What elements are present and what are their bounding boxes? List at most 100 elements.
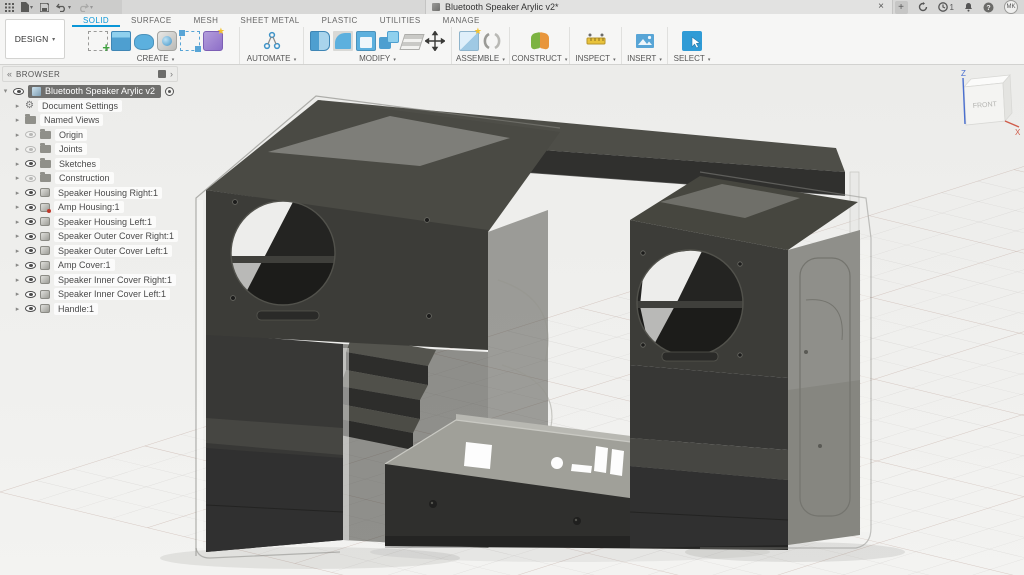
browser-item-component[interactable]: ▸ Speaker Outer Cover Right:1 [2, 229, 178, 244]
browser-item-component[interactable]: ▸ Speaker Inner Cover Right:1 [2, 273, 178, 288]
select-menu[interactable]: SELECT ▾ [674, 54, 711, 63]
move-icon[interactable] [425, 31, 445, 51]
visibility-eye-icon[interactable] [25, 131, 36, 138]
visibility-eye-icon[interactable] [25, 276, 36, 283]
expand-icon[interactable]: ▸ [14, 218, 21, 226]
visibility-eye-icon[interactable] [25, 247, 36, 254]
app-grid-icon[interactable] [5, 0, 14, 14]
insert-menu[interactable]: INSERT ▾ [627, 54, 662, 63]
file-menu-icon[interactable]: ▾ [21, 0, 33, 14]
expand-icon[interactable]: ▾ [2, 87, 9, 95]
close-tab-icon[interactable]: × [876, 0, 886, 14]
split-body-icon[interactable] [399, 34, 424, 50]
tab-surface[interactable]: SURFACE [120, 14, 183, 27]
new-tab-icon[interactable]: + [895, 1, 908, 14]
expand-icon[interactable]: ▸ [14, 116, 21, 124]
visibility-eye-icon[interactable] [25, 204, 36, 211]
assemble-menu[interactable]: ASSEMBLE ▾ [456, 54, 505, 63]
tab-plastic[interactable]: PLASTIC [311, 14, 369, 27]
visibility-eye-icon[interactable] [25, 160, 36, 167]
visibility-eye-icon[interactable] [25, 146, 36, 153]
activate-component-icon[interactable] [165, 87, 174, 96]
browser-item-origin[interactable]: ▸ Origin [2, 128, 178, 143]
expand-icon[interactable]: ▸ [14, 145, 21, 153]
fillet-icon[interactable] [333, 31, 353, 51]
browser-item-component[interactable]: ▸ Speaker Outer Cover Left:1 [2, 244, 178, 259]
browser-item-component[interactable]: ▸ Handle:1 [2, 302, 178, 317]
derive-icon[interactable] [203, 31, 223, 51]
modify-menu[interactable]: MODIFY ▾ [359, 54, 396, 63]
browser-dock-icon[interactable]: « [7, 69, 12, 79]
visibility-eye-icon[interactable] [25, 305, 36, 312]
visibility-eye-icon[interactable] [25, 233, 36, 240]
expand-icon[interactable]: ▸ [14, 102, 21, 110]
select-icon[interactable] [682, 31, 702, 51]
browser-item-document-settings[interactable]: ▸ ⚙ Document Settings [2, 99, 178, 114]
component-icon [40, 261, 50, 270]
create-sketch-icon[interactable] [88, 31, 108, 51]
shell-icon[interactable] [356, 31, 376, 51]
expand-icon[interactable]: ▸ [14, 261, 21, 269]
expand-icon[interactable]: ▸ [14, 189, 21, 197]
visibility-eye-icon[interactable] [25, 218, 36, 225]
job-status[interactable]: 1 [938, 2, 954, 12]
browser-item-named-views[interactable]: ▸ Named Views [2, 113, 178, 128]
sync-icon[interactable] [918, 0, 928, 14]
browser-root-item[interactable]: ▾ Bluetooth Speaker Arylic v2 [2, 84, 178, 99]
workspace-selector[interactable]: DESIGN ▾ [5, 19, 65, 59]
undo-icon[interactable]: ▾ [56, 0, 71, 14]
construct-menu[interactable]: CONSTRUCT ▾ [512, 54, 568, 63]
hole-icon[interactable] [157, 31, 177, 51]
canvas-icon[interactable] [635, 31, 655, 51]
automate-icon[interactable] [262, 31, 282, 51]
tab-sheet-metal[interactable]: SHEET METAL [229, 14, 310, 27]
inspect-menu[interactable]: INSPECT ▾ [575, 54, 615, 63]
browser-item-sketches[interactable]: ▸ Sketches [2, 157, 178, 172]
notifications-bell-icon[interactable] [964, 0, 973, 14]
expand-icon[interactable]: ▸ [14, 290, 21, 298]
expand-icon[interactable]: ▸ [14, 160, 21, 168]
pattern-icon[interactable] [180, 31, 200, 51]
help-icon[interactable]: ? [983, 0, 994, 14]
browser-item-component[interactable]: ▸ Amp Cover:1 [2, 258, 178, 273]
browser-item-construction[interactable]: ▸ Construction [2, 171, 178, 186]
visibility-eye-icon[interactable] [25, 189, 36, 196]
save-icon[interactable] [40, 0, 49, 14]
browser-item-component[interactable]: ▸ Speaker Inner Cover Left:1 [2, 287, 178, 302]
joint-icon[interactable] [482, 31, 502, 51]
expand-icon[interactable]: ▸ [14, 131, 21, 139]
visibility-eye-icon[interactable] [25, 291, 36, 298]
press-pull-icon[interactable] [310, 31, 330, 51]
tab-solid[interactable]: SOLID [72, 14, 120, 27]
visibility-eye-icon[interactable] [25, 262, 36, 269]
measure-icon[interactable] [586, 31, 606, 51]
expand-icon[interactable]: ▸ [14, 232, 21, 240]
construction-plane-icon[interactable] [530, 31, 550, 51]
browser-item-component[interactable]: ▸ Speaker Housing Right:1 [2, 186, 178, 201]
user-avatar[interactable]: MK [1004, 0, 1018, 14]
automate-menu[interactable]: AUTOMATE ▾ [247, 54, 296, 63]
form-icon[interactable] [134, 34, 154, 50]
speaker-model[interactable] [196, 96, 871, 558]
box-icon[interactable] [111, 31, 131, 51]
expand-icon[interactable]: ▸ [14, 174, 21, 182]
visibility-eye-icon[interactable] [13, 88, 24, 95]
visibility-eye-icon[interactable] [25, 175, 36, 182]
browser-collapse-icon[interactable]: › [170, 69, 173, 79]
redo-icon[interactable]: ▾ [78, 0, 93, 14]
expand-icon[interactable]: ▸ [14, 247, 21, 255]
browser-display-settings-icon[interactable] [158, 70, 166, 78]
combine-icon[interactable] [379, 31, 399, 51]
create-menu[interactable]: CREATE ▾ [137, 54, 175, 63]
browser-item-joints[interactable]: ▸ Joints [2, 142, 178, 157]
expand-icon[interactable]: ▸ [14, 276, 21, 284]
new-component-icon[interactable] [459, 31, 479, 51]
expand-icon[interactable]: ▸ [14, 305, 21, 313]
document-tab[interactable]: Bluetooth Speaker Arylic v2* × [425, 0, 893, 14]
expand-icon[interactable]: ▸ [14, 203, 21, 211]
tab-utilities[interactable]: UTILITIES [369, 14, 432, 27]
browser-item-component[interactable]: ▸ Amp Housing:1 [2, 200, 178, 215]
browser-item-component[interactable]: ▸ Speaker Housing Left:1 [2, 215, 178, 230]
view-cube[interactable]: Z X FRONT [961, 69, 1021, 137]
browser-header[interactable]: « BROWSER › [2, 66, 178, 82]
